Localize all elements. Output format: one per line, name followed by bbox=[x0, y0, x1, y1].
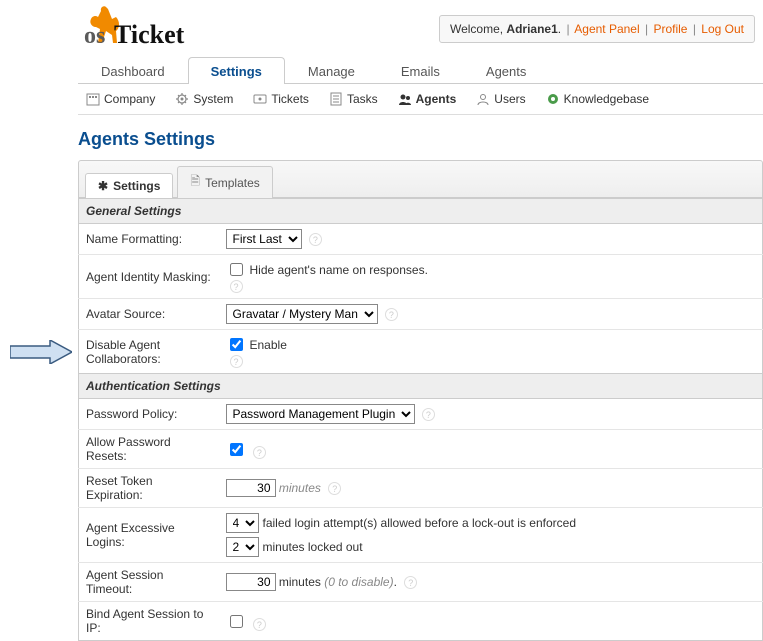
help-icon[interactable]: ? bbox=[404, 576, 417, 589]
row-excessive-logins-label: Agent Excessive Logins: bbox=[79, 508, 219, 563]
row-name-formatting-label: Name Formatting: bbox=[79, 224, 219, 255]
disable-collab-checkbox[interactable] bbox=[230, 338, 243, 351]
section-general: General Settings bbox=[79, 199, 763, 224]
subnav-tasks[interactable]: Tasks bbox=[325, 90, 382, 108]
sub-nav: Company System Tickets Tasks Agents bbox=[78, 84, 763, 115]
row-password-policy-label: Password Policy: bbox=[79, 399, 219, 430]
help-icon[interactable]: ? bbox=[230, 355, 243, 368]
subtab-settings[interactable]: ✱ Settings bbox=[85, 173, 173, 198]
reset-token-input[interactable] bbox=[226, 479, 276, 497]
svg-text:os: os bbox=[84, 23, 105, 49]
welcome-username: Adriane1 bbox=[506, 22, 557, 36]
svg-text:Ticket: Ticket bbox=[114, 20, 185, 49]
page-title: Agents Settings bbox=[78, 129, 763, 150]
settings-table: General Settings Name Formatting: First … bbox=[78, 198, 763, 641]
tab-emails[interactable]: Emails bbox=[378, 57, 463, 84]
app-logo: os Ticket bbox=[78, 1, 228, 49]
help-icon[interactable]: ? bbox=[328, 482, 341, 495]
tickets-icon bbox=[253, 92, 267, 106]
row-session-timeout-label: Agent Session Timeout: bbox=[79, 563, 219, 602]
row-allow-resets-label: Allow Password Resets: bbox=[79, 430, 219, 469]
subnav-users[interactable]: Users bbox=[472, 90, 529, 108]
row-identity-masking-label: Agent Identity Masking: bbox=[79, 255, 219, 299]
tab-dashboard[interactable]: Dashboard bbox=[78, 57, 188, 84]
company-icon bbox=[86, 92, 100, 106]
failed-attempts-select[interactable]: 4 bbox=[226, 513, 259, 533]
tasks-icon bbox=[329, 92, 343, 106]
row-avatar-source-label: Avatar Source: bbox=[79, 299, 219, 330]
agent-panel-link[interactable]: Agent Panel bbox=[574, 22, 639, 36]
subnav-agents[interactable]: Agents bbox=[394, 90, 461, 108]
agents-icon bbox=[398, 92, 412, 106]
row-disable-collab-label: Disable Agent Collaborators: bbox=[79, 330, 219, 374]
kb-icon bbox=[546, 92, 560, 106]
name-formatting-select[interactable]: First Last bbox=[226, 229, 302, 249]
welcome-prefix: Welcome, bbox=[450, 22, 506, 36]
help-icon[interactable]: ? bbox=[253, 618, 266, 631]
main-tabs: Dashboard Settings Manage Emails Agents bbox=[78, 56, 763, 84]
section-auth: Authentication Settings bbox=[79, 374, 763, 399]
bind-ip-checkbox[interactable] bbox=[230, 615, 243, 628]
avatar-source-select[interactable]: Gravatar / Mystery Man bbox=[226, 304, 378, 324]
subnav-system[interactable]: System bbox=[171, 90, 237, 108]
users-icon bbox=[476, 92, 490, 106]
welcome-box: Welcome, Adriane1. | Agent Panel | Profi… bbox=[439, 15, 755, 43]
password-policy-select[interactable]: Password Management Plugin bbox=[226, 404, 415, 424]
subnav-company[interactable]: Company bbox=[82, 90, 159, 108]
identity-masking-checkbox[interactable] bbox=[230, 263, 243, 276]
subnav-knowledgebase[interactable]: Knowledgebase bbox=[542, 90, 653, 108]
allow-resets-checkbox[interactable] bbox=[230, 443, 243, 456]
profile-link[interactable]: Profile bbox=[653, 22, 687, 36]
templates-icon: 🗎 bbox=[190, 172, 200, 193]
system-icon bbox=[175, 92, 189, 106]
lockout-minutes-select[interactable]: 2 bbox=[226, 537, 259, 557]
row-bind-ip-label: Bind Agent Session to IP: bbox=[79, 602, 219, 641]
help-icon[interactable]: ? bbox=[422, 408, 435, 421]
help-icon[interactable]: ? bbox=[230, 280, 243, 293]
subtab-templates[interactable]: 🗎 Templates bbox=[177, 166, 272, 198]
logout-link[interactable]: Log Out bbox=[701, 22, 744, 36]
row-reset-token-label: Reset Token Expiration: bbox=[79, 469, 219, 508]
session-timeout-input[interactable] bbox=[226, 573, 276, 591]
pointer-arrow bbox=[10, 340, 72, 364]
subnav-tickets[interactable]: Tickets bbox=[249, 90, 313, 108]
sub-tabs: ✱ Settings 🗎 Templates bbox=[78, 160, 763, 198]
help-icon[interactable]: ? bbox=[309, 233, 322, 246]
help-icon[interactable]: ? bbox=[385, 308, 398, 321]
tab-settings[interactable]: Settings bbox=[188, 57, 285, 84]
tab-manage[interactable]: Manage bbox=[285, 57, 378, 84]
gear-icon: ✱ bbox=[98, 179, 108, 193]
tab-agents[interactable]: Agents bbox=[463, 57, 549, 84]
help-icon[interactable]: ? bbox=[253, 446, 266, 459]
